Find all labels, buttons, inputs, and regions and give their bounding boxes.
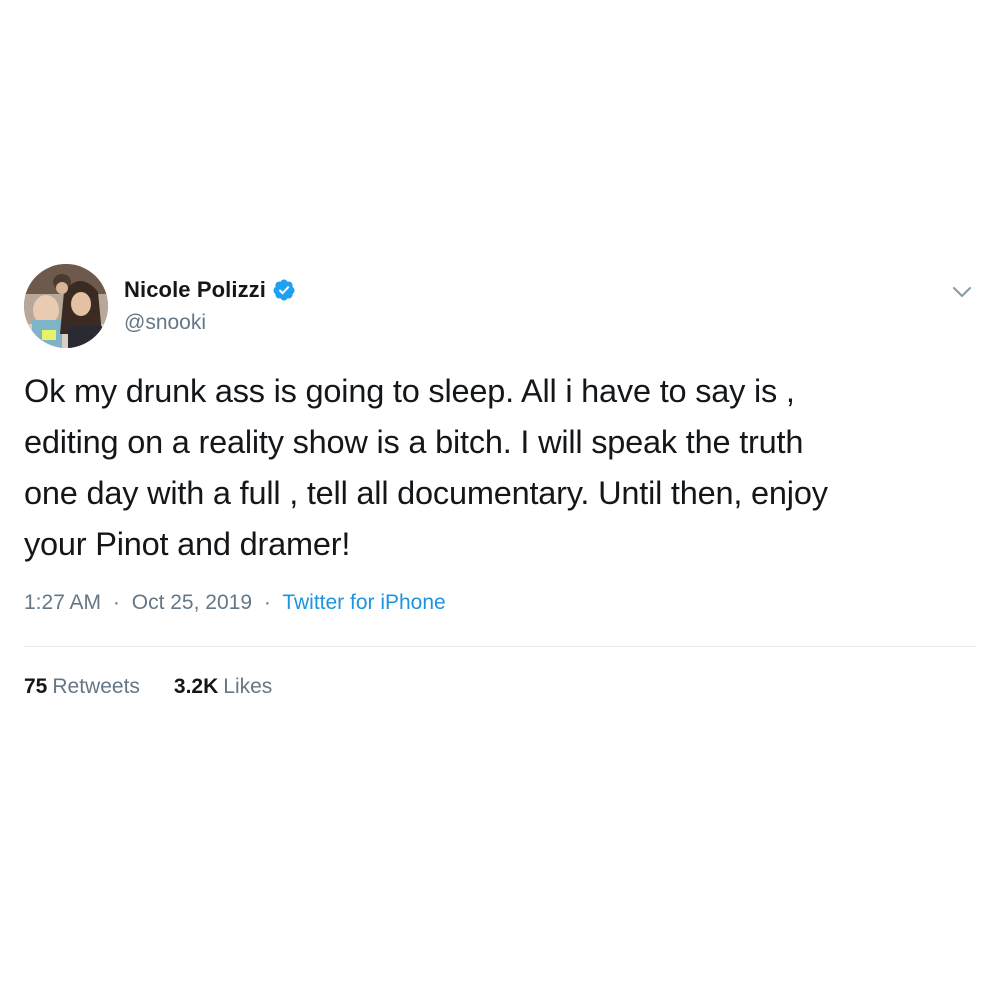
tweet-card: Nicole Polizzi @snooki Ok my drunk ass i…	[24, 262, 976, 699]
likes-stat[interactable]: 3.2K Likes	[174, 675, 272, 699]
chevron-down-icon[interactable]	[950, 280, 974, 304]
meta-separator: ·	[263, 591, 271, 614]
tweet-text-line: one day with a full , tell all documenta…	[24, 475, 828, 511]
tweet-time[interactable]: 1:27 AM	[24, 591, 101, 614]
tweet-meta: 1:27 AM · Oct 25, 2019 · Twitter for iPh…	[24, 588, 976, 618]
tweet-text-line: your Pinot and dramer!	[24, 526, 351, 562]
retweets-stat[interactable]: 75 Retweets	[24, 675, 140, 699]
likes-label: Likes	[223, 675, 273, 698]
tweet-header: Nicole Polizzi @snooki	[24, 262, 976, 354]
avatar[interactable]	[24, 264, 108, 348]
tweet-text-line: editing on a reality show is a bitch. I …	[24, 424, 804, 460]
retweets-count: 75	[24, 675, 48, 698]
tweet-text-line: Ok my drunk ass is going to sleep. All i…	[24, 373, 795, 409]
author-names: Nicole Polizzi @snooki	[124, 276, 296, 335]
retweets-label: Retweets	[52, 675, 140, 698]
tweet-text: Ok my drunk ass is going to sleep. All i…	[24, 366, 976, 570]
tweet-date[interactable]: Oct 25, 2019	[132, 591, 252, 614]
display-name[interactable]: Nicole Polizzi	[124, 277, 266, 303]
tweet-source-link[interactable]: Twitter for iPhone	[282, 591, 445, 614]
author-handle[interactable]: @snooki	[124, 311, 296, 335]
display-name-row: Nicole Polizzi	[124, 276, 296, 304]
likes-count: 3.2K	[173, 675, 219, 698]
tweet-stats: 75 Retweets 3.2K Likes	[24, 675, 976, 699]
divider	[24, 646, 976, 647]
avatar-photo	[24, 264, 108, 348]
verified-badge-icon	[272, 278, 296, 302]
meta-separator: ·	[112, 591, 120, 614]
